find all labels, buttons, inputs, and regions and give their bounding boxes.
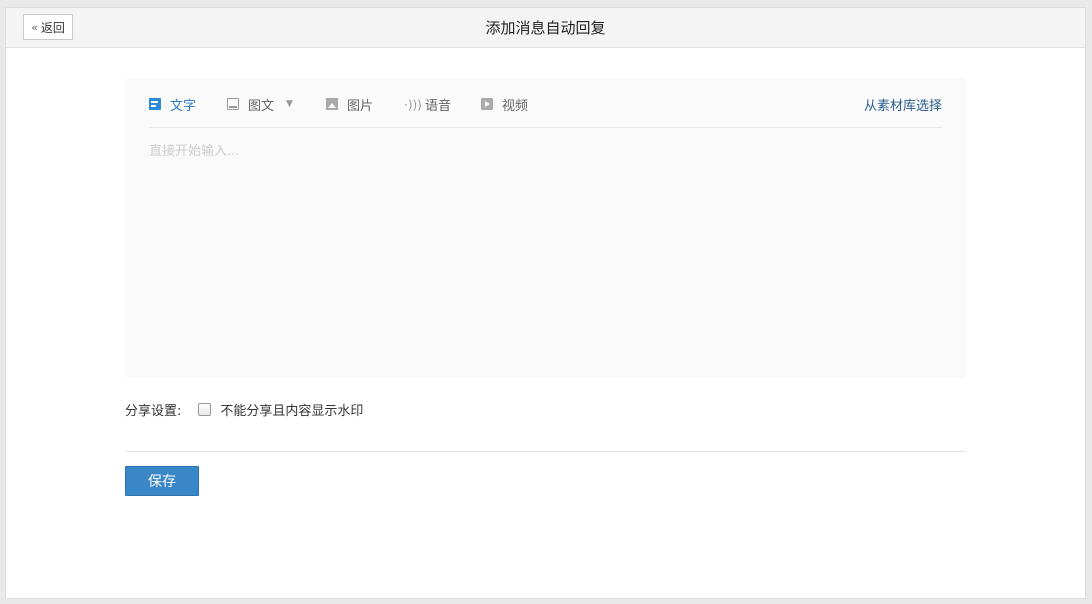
reply-editor: 文字 图文 ▼ 图片 ·))) 语音 视频 从素材库选择 [125,78,966,378]
share-settings-label: 分享设置: [125,403,182,419]
tab-image[interactable]: 图片 [326,95,374,114]
tab-video-label: 视频 [502,98,529,114]
tab-video[interactable]: 视频 [481,95,529,114]
library-select-link[interactable]: 从素材库选择 [864,95,942,114]
image-icon [326,98,338,110]
app-window: ‹‹ 返回 添加消息自动回复 文字 图文 ▼ 图片 ·))) 语音 视频 从素材… [5,7,1086,599]
tab-news[interactable]: 图文 ▼ [227,95,293,114]
video-icon [481,98,493,110]
caret-down-icon: ▼ [286,99,293,109]
share-settings: 分享设置: 不能分享且内容显示水印 [125,400,363,419]
tab-image-label: 图片 [347,98,374,114]
news-icon [227,98,239,110]
text-icon [149,98,161,110]
content-type-tabs: 文字 图文 ▼ 图片 ·))) 语音 视频 从素材库选择 [149,78,942,128]
no-share-watermark-label[interactable]: 不能分享且内容显示水印 [220,400,363,419]
page-header: ‹‹ 返回 添加消息自动回复 [6,8,1085,48]
tab-text[interactable]: 文字 [149,95,197,114]
save-button[interactable]: 保存 [125,466,199,496]
page-title: 添加消息自动回复 [485,19,606,37]
tab-text-label: 文字 [170,98,197,114]
voice-icon: ·))) [404,98,422,112]
reply-text-input[interactable] [149,140,942,368]
tab-voice-label: 语音 [425,98,452,114]
divider [125,451,966,452]
no-share-watermark-checkbox[interactable] [198,402,212,416]
tab-news-label: 图文 [248,98,275,114]
tab-voice[interactable]: ·))) 语音 [404,95,452,114]
